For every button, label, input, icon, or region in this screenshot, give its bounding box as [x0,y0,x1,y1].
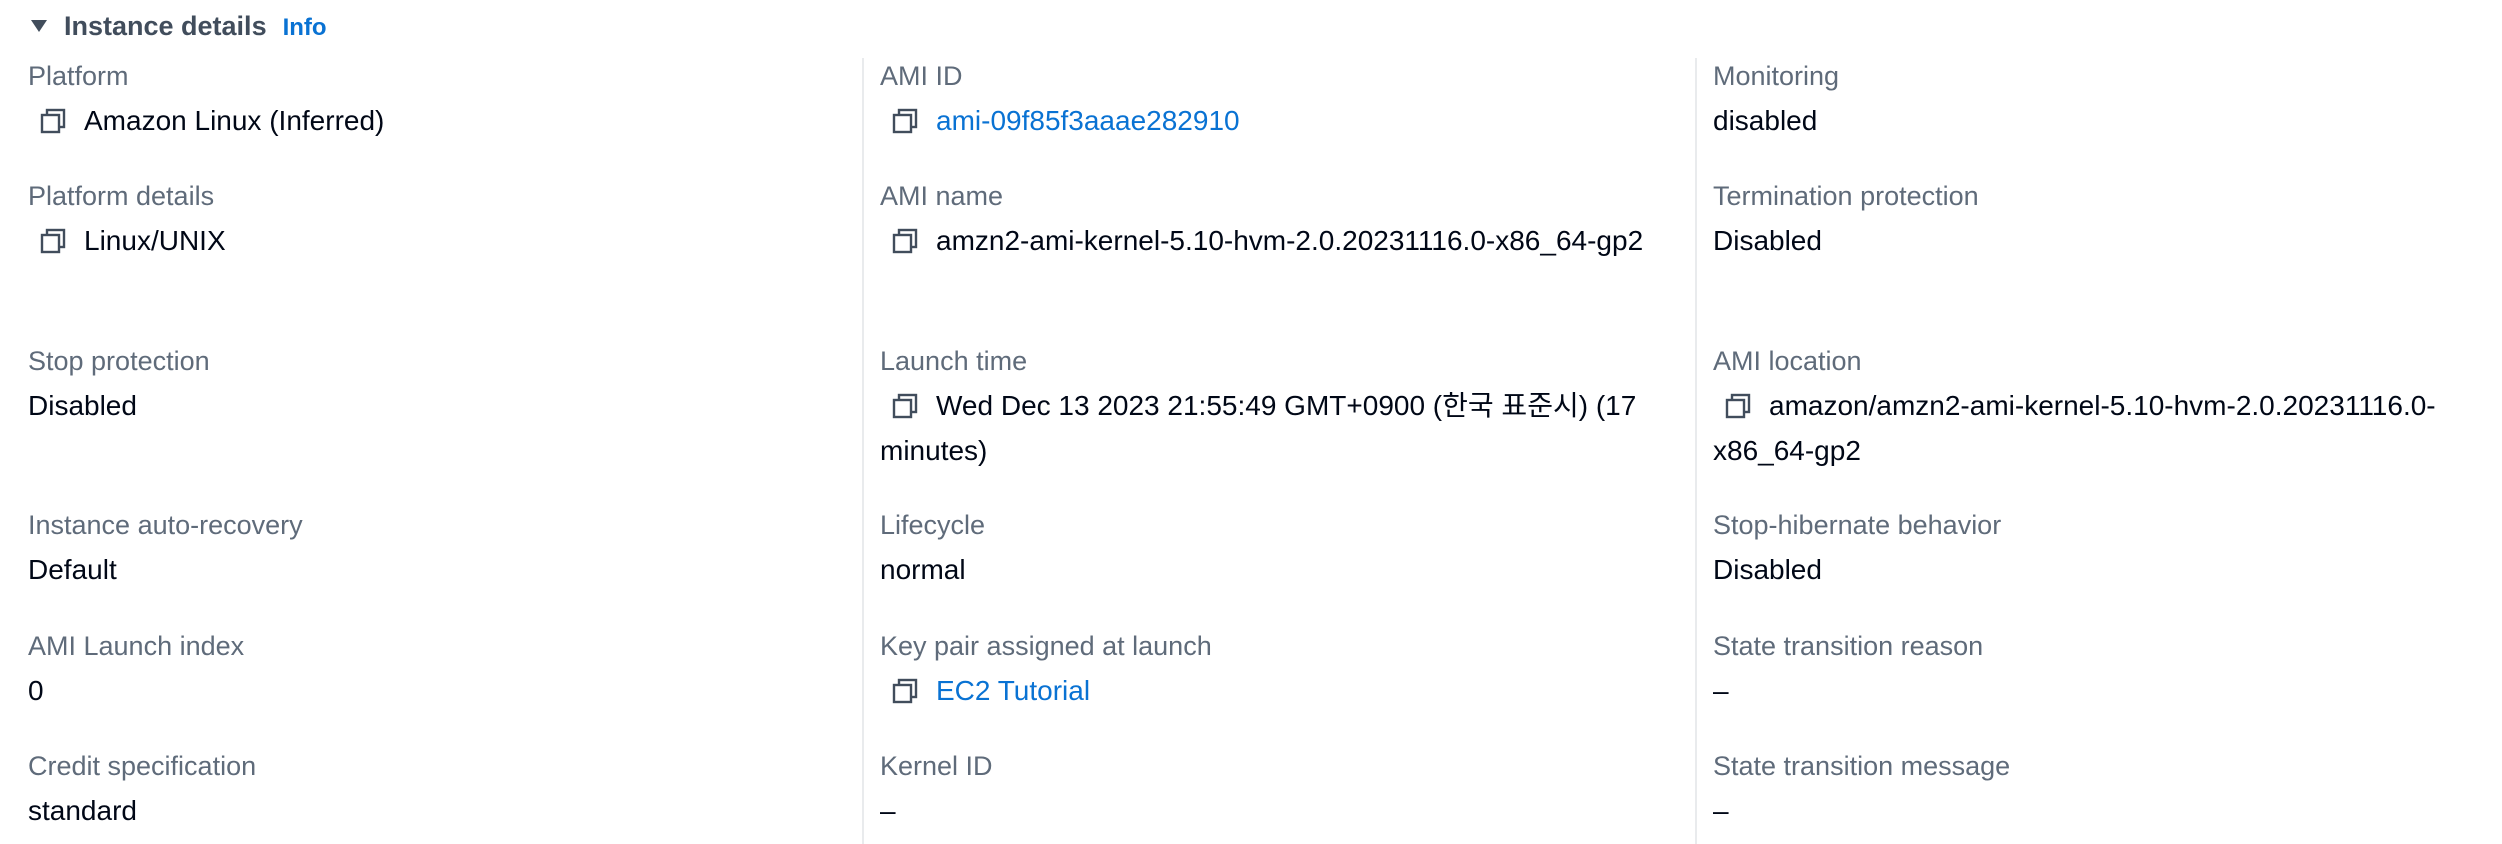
field-value-text: disabled [1713,105,1818,136]
field-value: disabled [1713,98,2483,143]
field-value: Amazon Linux (Inferred) [28,98,808,143]
details-column-3: Monitoring disabled Termination protection… [1695,58,2497,844]
field-label: State transition reason [1713,631,1984,661]
detail-field: Launch time Wed Dec 13 2023 21:55:49 GMT+… [880,343,1650,473]
details-column-2: AMI ID ami-09f85f3aaae282910 AMI name amzn2… [862,58,1644,844]
field-value-text: – [880,795,896,826]
field-label: Key pair assigned at launch [880,631,1212,661]
field-label: AMI ID [880,61,963,91]
copy-icon[interactable] [892,228,918,254]
field-label: Stop-hibernate behavior [1713,510,2002,540]
field-value-text: 0 [28,675,44,706]
details-column-1: Platform Amazon Linux (Inferred) Platform … [28,58,828,844]
field-value-text: standard [28,795,137,826]
field-value: 0 [28,668,808,713]
detail-field: Key pair assigned at launch EC2 Tutorial [880,628,1650,713]
field-label: Stop protection [28,346,210,376]
field-value-text: Linux/UNIX [84,225,226,256]
field-value: amazon/amzn2-ami-kernel-5.10-hvm-2.0.202… [1713,383,2483,473]
detail-field: Monitoring disabled [1713,58,2483,143]
detail-field: State transition message – [1713,748,2483,833]
section-header[interactable]: Instance details Info [28,6,327,46]
detail-field: AMI ID ami-09f85f3aaae282910 [880,58,1650,143]
field-label: Instance auto-recovery [28,510,303,540]
caret-down-icon[interactable] [28,15,50,37]
field-value: – [1713,788,2483,833]
detail-field: State transition reason – [1713,628,2483,713]
copy-icon[interactable] [40,108,66,134]
copy-icon[interactable] [892,108,918,134]
detail-field: AMI name amzn2-ami-kernel-5.10-hvm-2.0.20… [880,178,1650,263]
field-value: Wed Dec 13 2023 21:55:49 GMT+0900 (한국 표준… [880,383,1650,473]
field-value-text: Amazon Linux (Inferred) [84,105,385,136]
field-value: EC2 Tutorial [880,668,1650,713]
detail-field: AMI location amazon/amzn2-ami-kernel-5.10… [1713,343,2483,473]
field-value-text: Disabled [1713,225,1822,256]
detail-field: AMI Launch index 0 [28,628,808,713]
field-label: AMI name [880,181,1004,211]
detail-field: Stop-hibernate behavior Disabled [1713,507,2483,592]
detail-field: Stop protection Disabled [28,343,808,428]
field-value-text: amazon/amzn2-ami-kernel-5.10-hvm-2.0.202… [1713,390,2436,466]
field-label: Platform [28,61,129,91]
section-title: Instance details [64,10,267,41]
field-label: Kernel ID [880,751,993,781]
field-value-link[interactable]: EC2 Tutorial [936,675,1090,706]
field-value-text: Wed Dec 13 2023 21:55:49 GMT+0900 (한국 표준… [880,390,1637,466]
field-value-text: Disabled [1713,554,1822,585]
detail-field: Termination protection Disabled [1713,178,2483,263]
field-value-text: Default [28,554,117,585]
field-value: Default [28,547,808,592]
field-label: AMI location [1713,346,1862,376]
copy-icon[interactable] [892,678,918,704]
field-value: Disabled [28,383,808,428]
details-grid: Platform Amazon Linux (Inferred) Platform … [0,58,2502,844]
field-value: Linux/UNIX [28,218,808,263]
info-link[interactable]: Info [283,14,327,42]
field-value-text: – [1713,795,1729,826]
field-value: amzn2-ami-kernel-5.10-hvm-2.0.20231116.0… [880,218,1650,263]
detail-field: Lifecycle normal [880,507,1650,592]
field-label: State transition message [1713,751,2011,781]
field-value-text: amzn2-ami-kernel-5.10-hvm-2.0.20231116.0… [936,225,1644,256]
field-value: Disabled [1713,547,2483,592]
detail-field: Credit specification standard [28,748,808,833]
field-value: ami-09f85f3aaae282910 [880,98,1650,143]
field-value-text: – [1713,675,1729,706]
field-value: – [1713,668,2483,713]
field-value: Disabled [1713,218,2483,263]
field-label: Platform details [28,181,215,211]
field-value: – [880,788,1650,833]
field-label: Termination protection [1713,181,1979,211]
detail-field: Kernel ID – [880,748,1650,833]
copy-icon[interactable] [1725,393,1751,419]
field-value-link[interactable]: ami-09f85f3aaae282910 [936,105,1240,136]
copy-icon[interactable] [892,393,918,419]
copy-icon[interactable] [40,228,66,254]
field-value-text: normal [880,554,966,585]
field-value: normal [880,547,1650,592]
field-value-text: Disabled [28,390,137,421]
field-label: Credit specification [28,751,257,781]
field-label: Monitoring [1713,61,1840,91]
field-value: standard [28,788,808,833]
detail-field: Platform Amazon Linux (Inferred) [28,58,808,143]
field-label: Lifecycle [880,510,986,540]
detail-field: Instance auto-recovery Default [28,507,808,592]
field-label: Launch time [880,346,1028,376]
detail-field: Platform details Linux/UNIX [28,178,808,263]
field-label: AMI Launch index [28,631,245,661]
